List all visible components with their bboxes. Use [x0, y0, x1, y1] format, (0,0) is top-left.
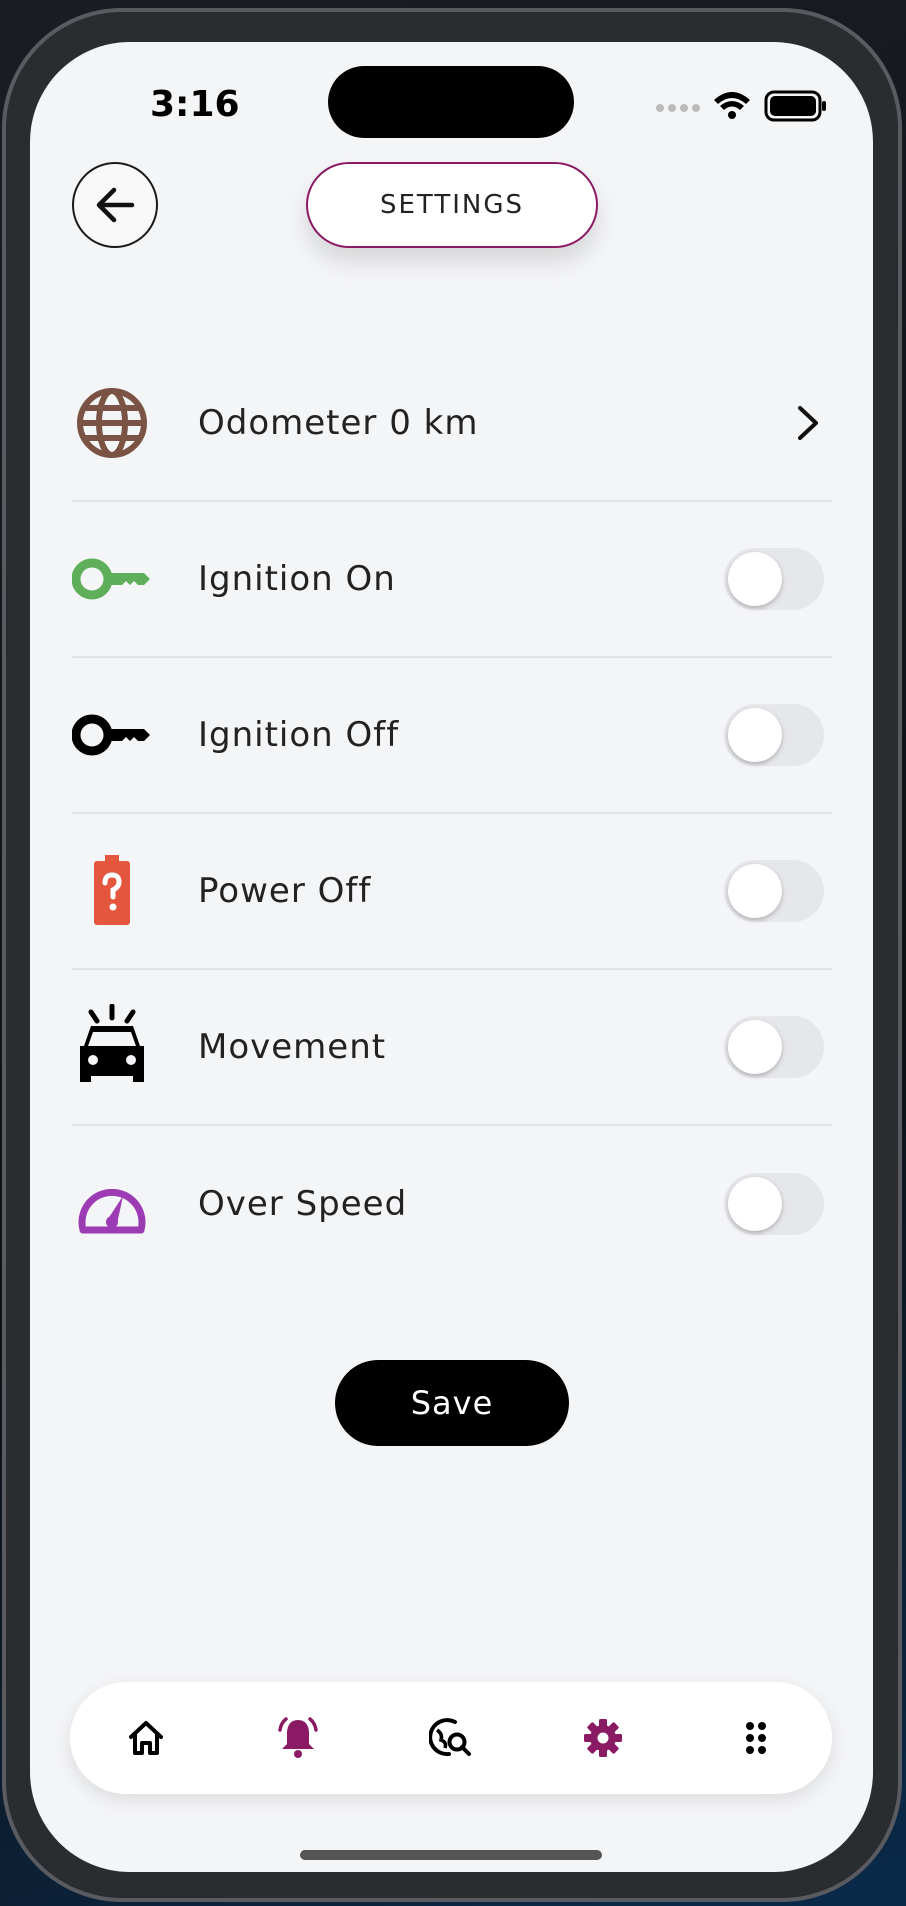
power-off-toggle[interactable] — [724, 860, 824, 922]
phone-frame: 3:16 SETTINGS Odometer 0 km Ignition On … — [2, 8, 902, 1902]
over-speed-toggle[interactable] — [724, 1173, 824, 1235]
toggle-knob — [728, 552, 782, 606]
ignition-off-toggle[interactable] — [724, 704, 824, 766]
setting-label-over-speed: Over Speed — [198, 1184, 408, 1224]
bottom-nav — [70, 1682, 832, 1794]
setting-row-ignition-on: Ignition On — [72, 502, 832, 658]
gear-icon — [584, 1719, 622, 1757]
nav-search-map[interactable] — [423, 1710, 479, 1766]
wifi-icon — [714, 92, 750, 119]
toggle-knob — [728, 864, 782, 918]
dynamic-island — [328, 66, 574, 138]
back-button[interactable] — [72, 162, 158, 248]
nav-settings[interactable] — [575, 1710, 631, 1766]
home-icon — [129, 1721, 163, 1755]
setting-row-odometer[interactable]: Odometer 0 km — [72, 346, 832, 502]
key-icon — [72, 539, 152, 619]
setting-label-ignition-off: Ignition Off — [198, 715, 400, 755]
signal-icon — [656, 104, 700, 112]
globe-search-icon — [429, 1718, 471, 1757]
save-button[interactable]: Save — [335, 1360, 569, 1446]
arrow-left-icon — [96, 187, 135, 223]
grid-dots-icon — [746, 1722, 766, 1754]
toggle-knob — [728, 1177, 782, 1231]
nav-home[interactable] — [118, 1710, 174, 1766]
speedometer-icon — [72, 1164, 152, 1244]
nav-more[interactable] — [728, 1710, 784, 1766]
toggle-knob — [728, 1020, 782, 1074]
setting-row-movement: Movement — [72, 970, 832, 1126]
setting-row-power-off: Power Off — [72, 814, 832, 970]
setting-label-power-off: Power Off — [198, 871, 372, 911]
key-icon — [72, 695, 152, 775]
status-time: 3:16 — [150, 84, 240, 125]
movement-toggle[interactable] — [724, 1016, 824, 1078]
ignition-on-toggle[interactable] — [724, 548, 824, 610]
globe-icon — [72, 383, 152, 463]
battery-unknown-icon — [72, 851, 152, 931]
setting-row-ignition-off: Ignition Off — [72, 658, 832, 814]
toggle-knob — [728, 708, 782, 762]
bell-ringing-icon — [278, 1717, 318, 1758]
app-screen: 3:16 SETTINGS Odometer 0 km Ignition On … — [30, 42, 873, 1872]
setting-label-movement: Movement — [198, 1027, 387, 1067]
battery-icon — [764, 90, 826, 122]
setting-label-odometer: Odometer 0 km — [198, 403, 479, 443]
chevron-right-icon — [798, 406, 818, 440]
status-icons — [630, 86, 830, 126]
home-indicator[interactable] — [300, 1850, 602, 1860]
nav-alerts[interactable] — [270, 1710, 326, 1766]
page-title: SETTINGS — [306, 162, 598, 248]
car-alert-icon — [72, 1004, 152, 1087]
setting-row-over-speed: Over Speed — [72, 1126, 832, 1282]
setting-label-ignition-on: Ignition On — [198, 559, 396, 599]
